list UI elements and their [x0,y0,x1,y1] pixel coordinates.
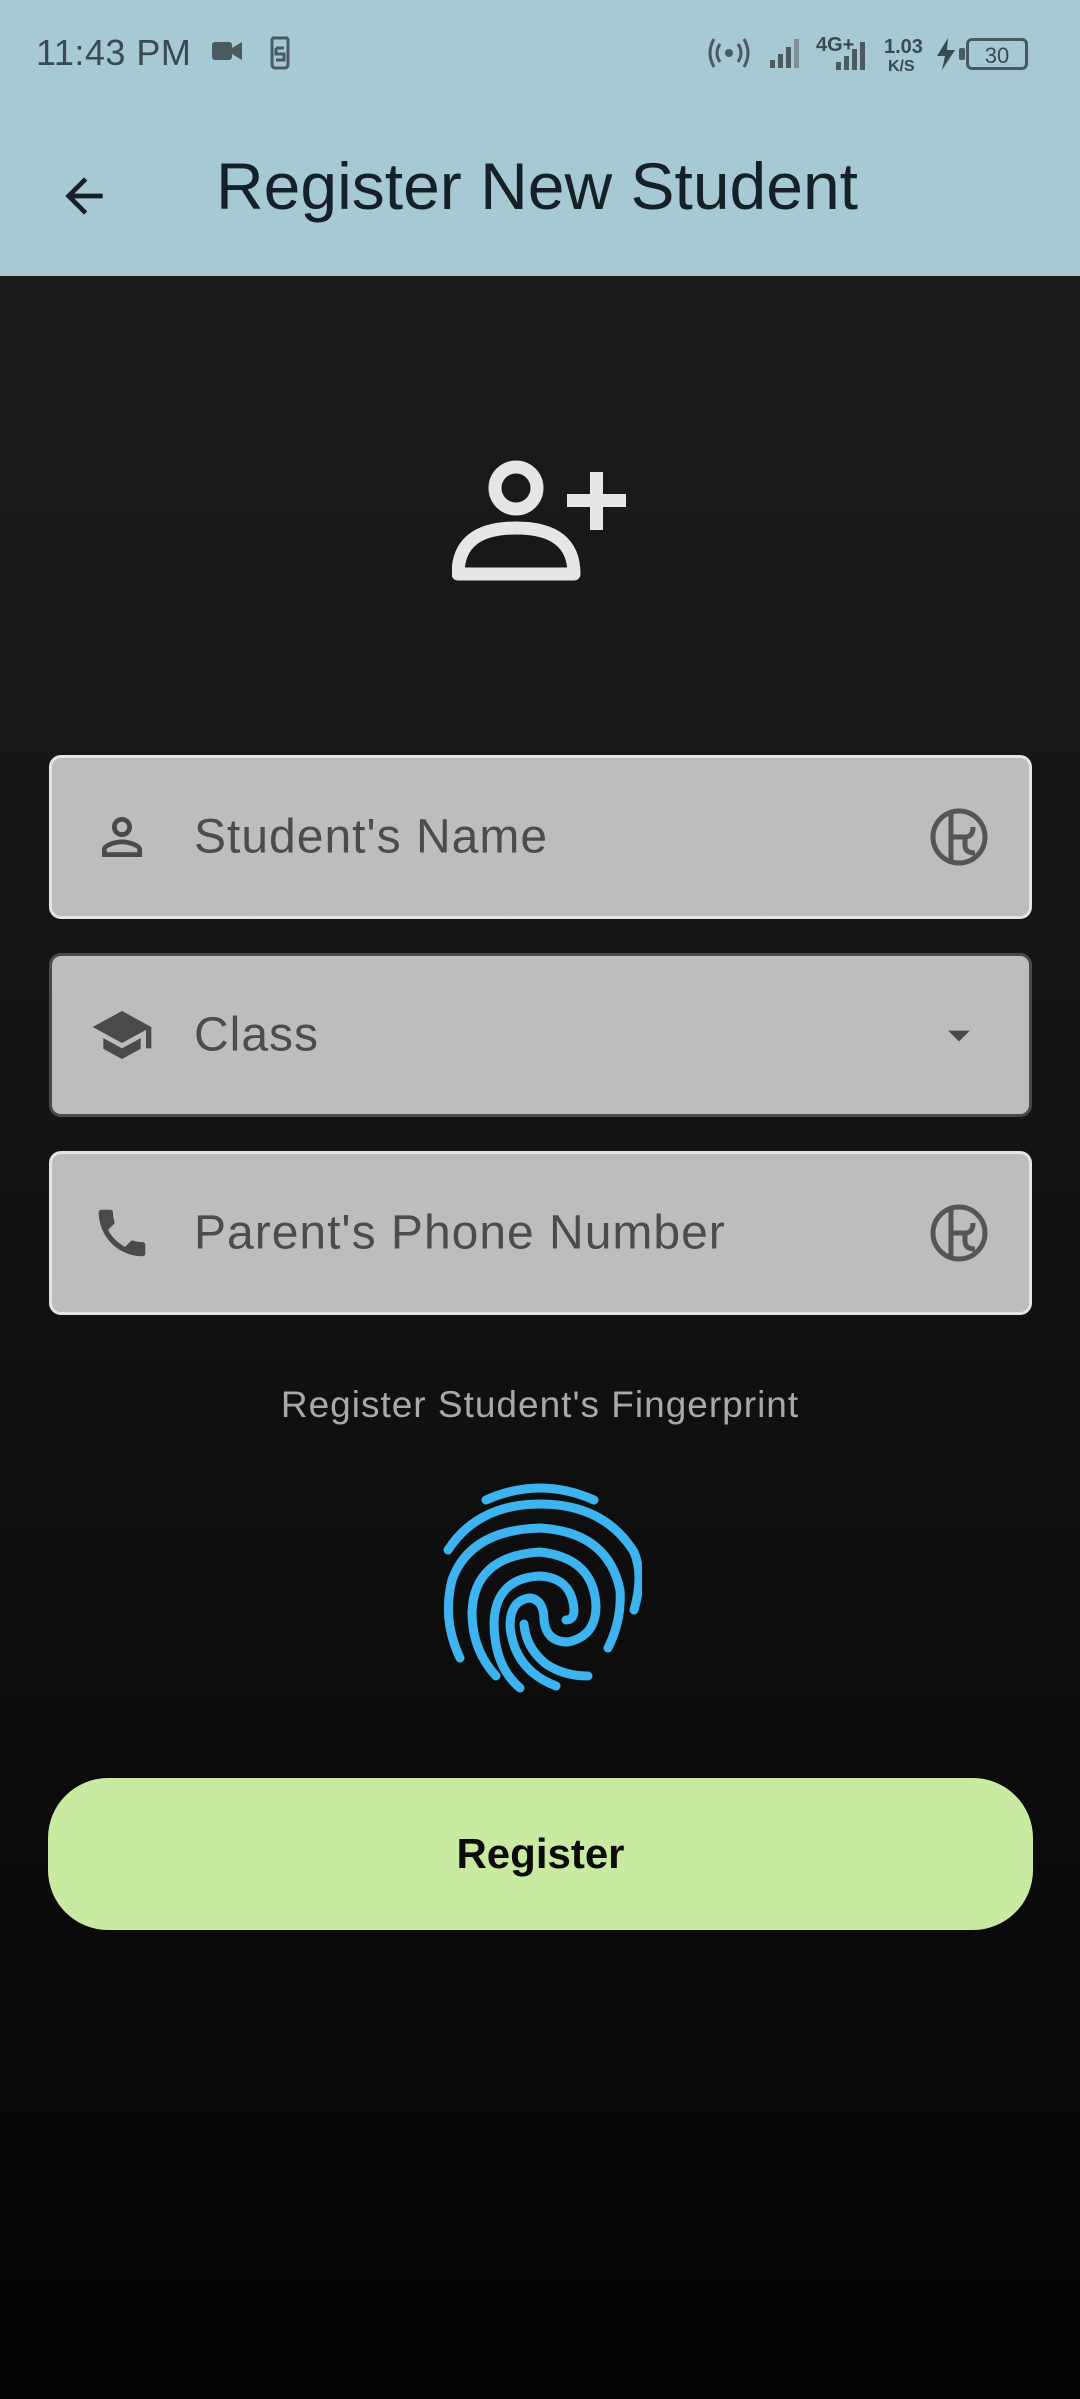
fingerprint-icon[interactable] [438,1480,642,1702]
autofill-icon[interactable] [925,803,993,871]
signal-icon [770,39,799,68]
signal-icon [836,42,865,70]
class-select[interactable]: Class [49,953,1032,1117]
network-speed-unit: K/S [888,58,915,75]
notification-icon [270,36,290,70]
battery-icon: 30 [959,38,1028,70]
parent-phone-field[interactable]: Parent's Phone Number [49,1151,1032,1315]
phone-icon [90,1201,154,1265]
dropdown-arrow-icon [925,1001,993,1069]
header: 11:43 PM 4G+ 1.03 K/S 30 Register New St… [0,0,1080,276]
student-name-field[interactable]: Student's Name [49,755,1032,919]
student-name-placeholder: Student's Name [194,810,549,864]
fingerprint-caption: Register Student's Fingerprint [280,1384,800,1425]
page-title: Register New Student [216,149,858,223]
network-speed-value: 1.03 [884,36,923,58]
video-camera-icon [212,42,242,60]
register-button-label: Register [456,1830,625,1877]
status-time: 11:43 PM [36,32,192,73]
charging-icon [937,38,955,70]
parent-phone-placeholder: Parent's Phone Number [194,1206,726,1260]
app-bar: Register New Student [0,110,1080,276]
graduation-cap-icon [90,1003,154,1067]
person-outline-icon [90,805,154,869]
status-bar: 11:43 PM 4G+ 1.03 K/S 30 [0,0,1080,110]
battery-level: 30 [984,43,1010,68]
register-button[interactable]: Register [48,1778,1033,1930]
person-add-icon [452,460,626,581]
class-placeholder: Class [194,1008,320,1062]
arrow-back-icon [65,177,103,215]
autofill-icon[interactable] [925,1199,993,1267]
back-button[interactable] [44,156,124,236]
hotspot-icon [708,38,750,68]
register-student-screen: 11:43 PM 4G+ 1.03 K/S 30 Register New St… [0,0,1080,2399]
